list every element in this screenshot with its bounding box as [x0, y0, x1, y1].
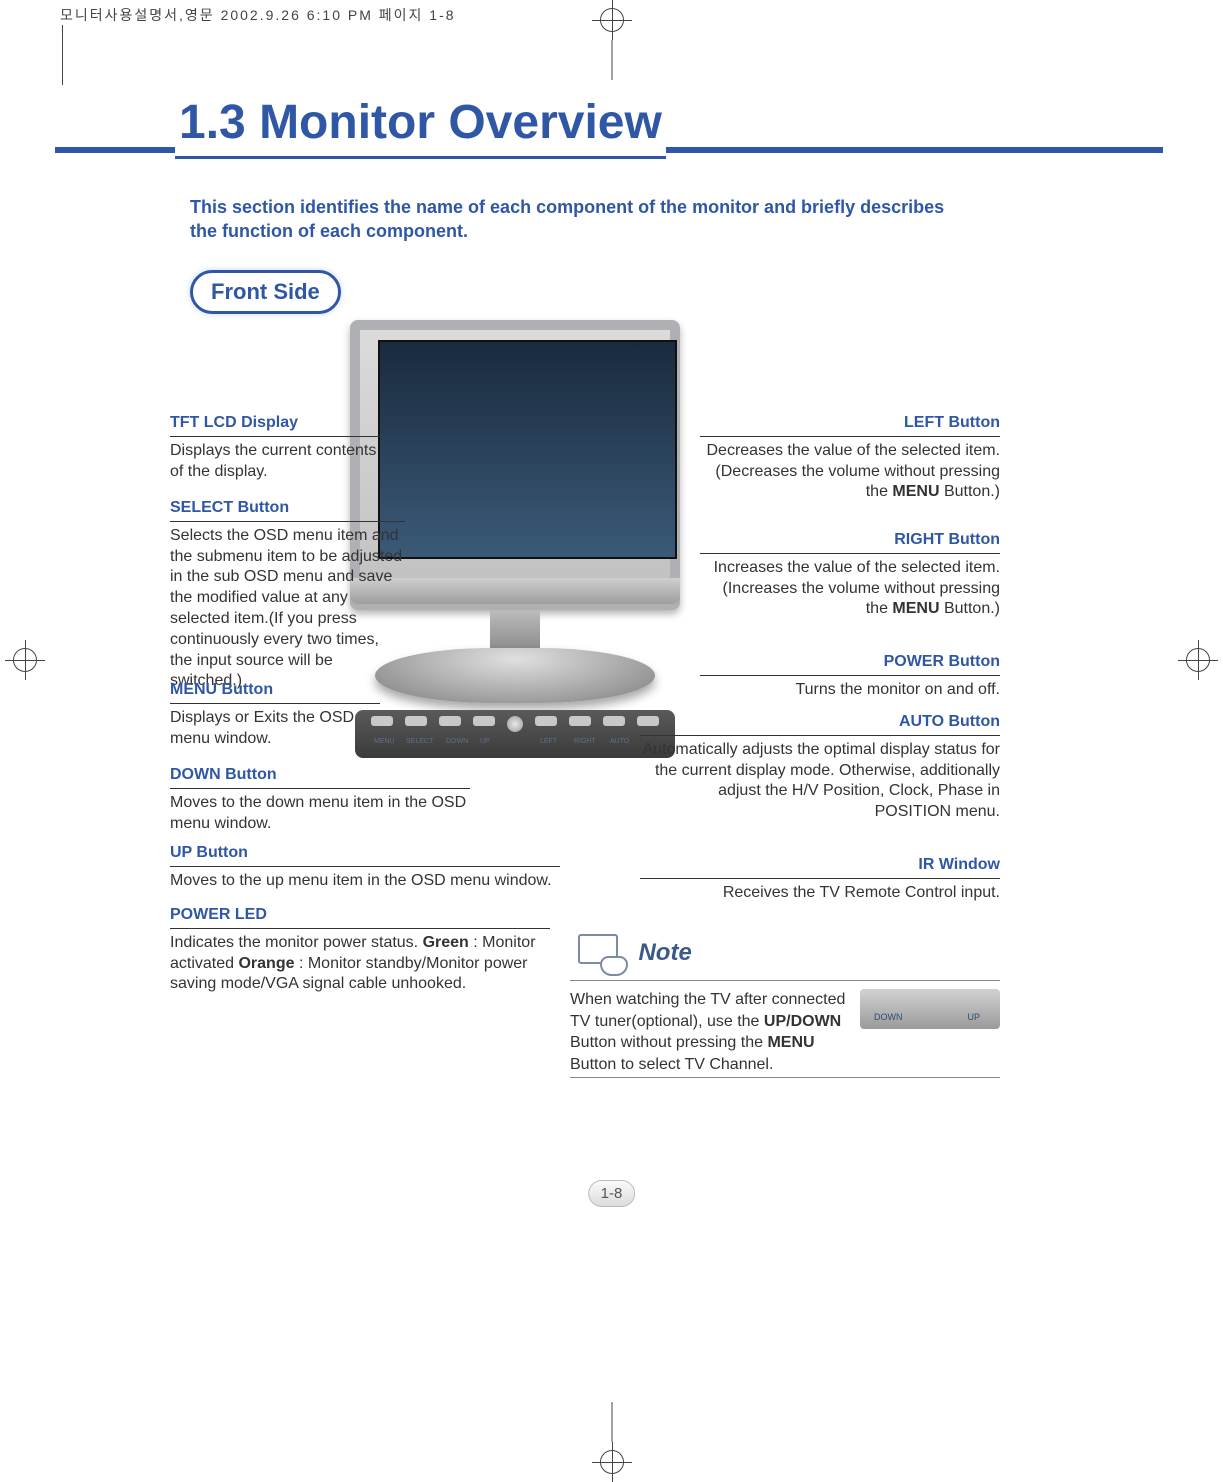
- callout-heading: IR Window: [640, 855, 1000, 876]
- text: Button.): [940, 483, 1000, 500]
- down-up-buttons-icon: [860, 989, 1000, 1029]
- section-intro: This section identifies the name of each…: [190, 195, 960, 244]
- select-button-icon: [405, 716, 427, 726]
- callout-heading: AUTO Button: [640, 712, 1000, 733]
- auto-button-icon: [603, 716, 625, 726]
- registration-mark-right: [1163, 640, 1223, 680]
- callout-select: SELECT Button Selects the OSD menu item …: [170, 498, 405, 692]
- text: Button without pressing the: [570, 1034, 767, 1051]
- registration-mark-top: [592, 0, 632, 40]
- callout-heading: RIGHT Button: [700, 530, 1000, 551]
- bold: Green: [423, 934, 469, 951]
- label-down: DOWN: [446, 738, 468, 745]
- callout-tft-lcd: TFT LCD Display Displays the current con…: [170, 413, 380, 482]
- bold: UP/DOWN: [764, 1013, 841, 1030]
- registration-mark-left: [0, 640, 60, 680]
- callout-body: Selects the OSD menu item and the submen…: [170, 521, 405, 692]
- callout-auto-button: AUTO Button Automatically adjusts the op…: [640, 712, 1000, 823]
- callout-heading: POWER Button: [700, 652, 1000, 673]
- spine-mark: [62, 25, 63, 85]
- callout-body: Automatically adjusts the optimal displa…: [640, 735, 1000, 823]
- callout-power-button: POWER Button Turns the monitor on and of…: [700, 652, 1000, 701]
- front-button-row: [340, 716, 690, 740]
- callout-body: Indicates the monitor power status. Gree…: [170, 928, 550, 995]
- bold: Orange: [238, 955, 294, 972]
- bold: MENU: [892, 483, 939, 500]
- section-title-bar: 1.3 Monitor Overview: [55, 95, 1163, 159]
- callout-down: DOWN Button Moves to the down menu item …: [170, 765, 470, 834]
- right-button-icon: [569, 716, 591, 726]
- bold: MENU: [767, 1034, 814, 1051]
- callout-heading: LEFT Button: [700, 413, 1000, 434]
- label-up: UP: [480, 738, 490, 745]
- callout-heading: MENU Button: [170, 680, 380, 701]
- callout-heading: UP Button: [170, 843, 560, 864]
- callout-up: UP Button Moves to the up menu item in t…: [170, 843, 560, 892]
- callout-body: Moves to the down menu item in the OSD m…: [170, 788, 470, 835]
- callout-body: Moves to the up menu item in the OSD men…: [170, 866, 560, 892]
- callout-body: Increases the value of the selected item…: [700, 553, 1000, 620]
- up-button-icon: [473, 716, 495, 726]
- note-computer-icon: [570, 930, 630, 976]
- callout-heading: DOWN Button: [170, 765, 470, 786]
- prepress-header: 모니터사용설명서,영문 2002.9.26 6:10 PM 페이지 1-8: [60, 5, 456, 25]
- note-header: Note: [570, 930, 1000, 976]
- callout-body: Displays the current contents of the dis…: [170, 436, 380, 483]
- text: Button.): [940, 600, 1000, 617]
- label-select: SELECT: [406, 738, 433, 745]
- callout-heading: POWER LED: [170, 905, 550, 926]
- left-button-icon: [535, 716, 557, 726]
- callout-body: Decreases the value of the selected item…: [700, 436, 1000, 503]
- callout-menu: MENU Button Displays or Exits the OSD me…: [170, 680, 380, 749]
- note-block: Note When watching the TV after connecte…: [570, 930, 1000, 1078]
- callout-right-button: RIGHT Button Increases the value of the …: [700, 530, 1000, 620]
- down-button-icon: [439, 716, 461, 726]
- note-body-wrap: When watching the TV after connected TV …: [570, 980, 1000, 1078]
- front-side-pill: Front Side: [190, 270, 341, 314]
- callout-left-button: LEFT Button Decreases the value of the s…: [700, 413, 1000, 503]
- callout-heading: TFT LCD Display: [170, 413, 380, 434]
- monitor-base: [375, 648, 655, 703]
- label-left: LEFT: [540, 738, 557, 745]
- registration-mark-bottom: [592, 1442, 632, 1482]
- callout-ir-window: IR Window Receives the TV Remote Control…: [640, 855, 1000, 904]
- section-title: 1.3 Monitor Overview: [175, 95, 666, 159]
- text: Button to select TV Channel.: [570, 1056, 773, 1073]
- note-body: When watching the TV after connected TV …: [570, 989, 1000, 1075]
- label-right: RIGHT: [574, 738, 596, 745]
- callout-heading: SELECT Button: [170, 498, 405, 519]
- page-number: 1-8: [588, 1180, 636, 1207]
- power-button-icon: [507, 716, 523, 732]
- tft-lcd-screen: [378, 340, 677, 559]
- label-auto: AUTO: [610, 738, 629, 745]
- callout-body: Turns the monitor on and off.: [700, 675, 1000, 701]
- callout-power-led: POWER LED Indicates the monitor power st…: [170, 905, 550, 995]
- callout-body: Receives the TV Remote Control input.: [640, 878, 1000, 904]
- manual-page: 모니터사용설명서,영문 2002.9.26 6:10 PM 페이지 1-8 1.…: [0, 0, 1223, 1482]
- text: Indicates the monitor power status.: [170, 934, 423, 951]
- note-title: Note: [638, 939, 691, 967]
- bold: MENU: [892, 600, 939, 617]
- callout-body: Displays or Exits the OSD menu window.: [170, 703, 380, 750]
- monitor-neck: [490, 610, 540, 650]
